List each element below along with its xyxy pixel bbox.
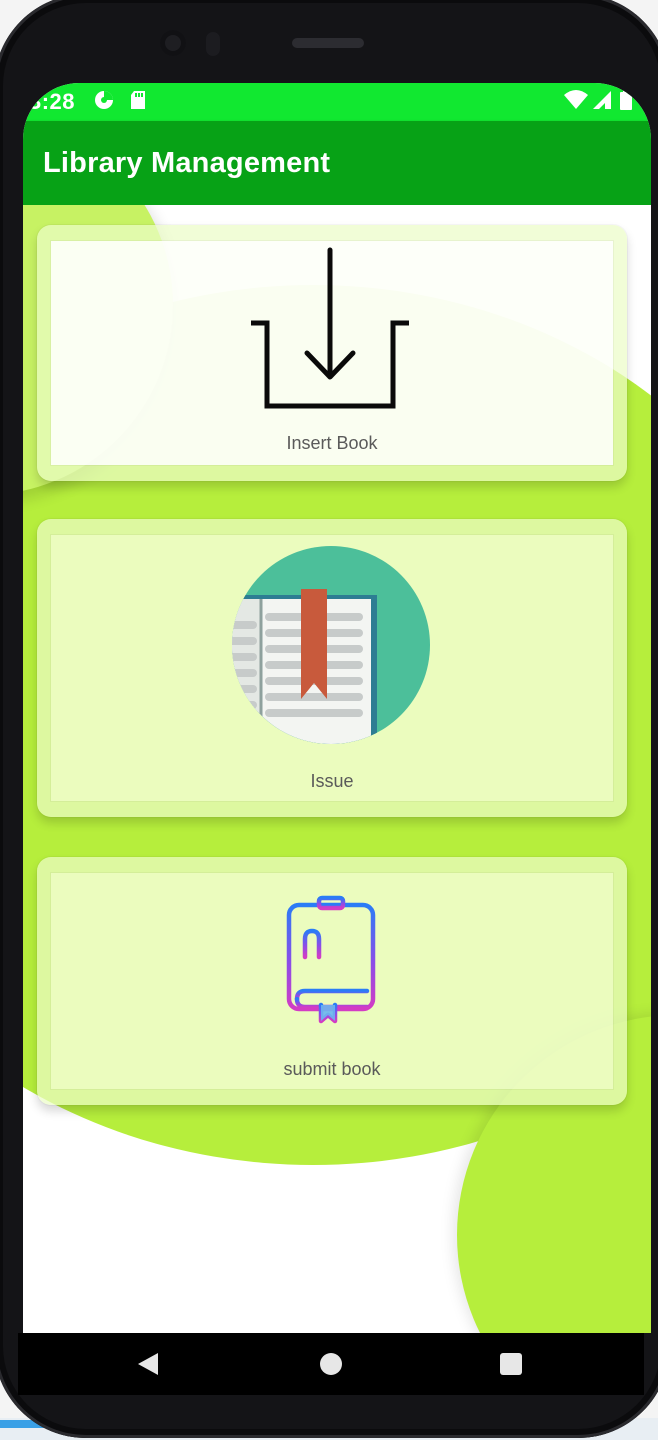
proximity-sensor — [206, 32, 220, 56]
signal-icon — [591, 89, 613, 111]
submit-book-card[interactable]: submit book — [37, 857, 627, 1105]
status-time: 3:28 — [29, 89, 76, 114]
device-frame: 3:28 Library Management Insert Book Issu… — [0, 0, 658, 1440]
earpiece-speaker — [292, 38, 364, 48]
app-screen: 3:28 Library Management Insert Book Issu… — [23, 83, 651, 1333]
insert-book-card[interactable]: Insert Book — [37, 225, 627, 481]
issue-card[interactable]: Issue — [37, 519, 627, 817]
app-bar: Library Management — [23, 121, 651, 205]
card-label: Issue — [310, 771, 354, 791]
card-label: Insert Book — [286, 433, 378, 453]
insert-tray-arrow-icon — [245, 245, 415, 415]
main-content: Insert Book Issue submit book — [23, 205, 651, 1333]
back-icon[interactable] — [136, 1351, 160, 1377]
data-saver-icon — [93, 89, 115, 111]
page-title: Library Management — [43, 147, 331, 179]
home-icon[interactable] — [320, 1353, 342, 1375]
system-nav-bar — [18, 1333, 644, 1395]
battery-icon — [619, 89, 633, 111]
wifi-icon — [563, 89, 589, 111]
status-bar: 3:28 — [23, 83, 651, 121]
sd-card-icon — [129, 89, 147, 111]
clipboard-book-icon — [281, 895, 381, 1025]
open-book-bookmark-icon — [231, 545, 431, 745]
recents-icon[interactable] — [500, 1353, 522, 1375]
card-label: submit book — [283, 1059, 381, 1079]
front-camera — [160, 30, 186, 56]
